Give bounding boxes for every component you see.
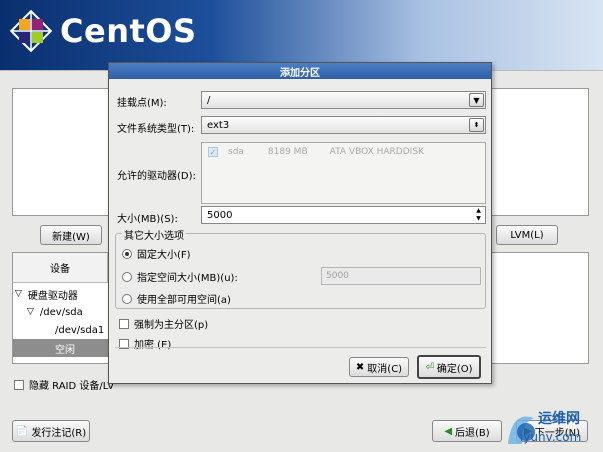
force-primary-checkbox[interactable] xyxy=(119,318,129,329)
notes-icon: 📄 xyxy=(15,425,29,437)
drive-name: sda xyxy=(228,147,244,157)
radio-fixed-size[interactable]: 固定大小(F) xyxy=(122,246,191,261)
release-notes-button[interactable]: 📄 发行注记(R) xyxy=(12,420,90,442)
select-arrows-icon[interactable]: ⬍ xyxy=(469,118,484,132)
tree-item-dev-sda[interactable]: ▽ /dev/sda xyxy=(27,303,83,321)
add-partition-dialog: 添加分区 挂载点(M): / ▼ 文件系统类型(T): ext3 ⬍ 允许的驱动… xyxy=(108,62,492,384)
force-primary-row[interactable]: 强制为主分区(p) xyxy=(119,316,208,331)
fs-type-value: ext3 xyxy=(207,119,230,131)
tree-item-label: 硬盘驱动器 xyxy=(27,290,78,302)
tree-item-label: 空闲 xyxy=(55,344,75,356)
ok-icon: ⏎ xyxy=(425,361,434,373)
back-button[interactable]: ◀ 后退(B) xyxy=(432,420,502,442)
radio-fill-all-label: 使用全部可用空间(a) xyxy=(137,295,231,306)
drives-label: 允许的驱动器(D): xyxy=(117,171,196,182)
size-options-title: 其它大小选项 xyxy=(122,227,186,242)
brand-name: CentOS xyxy=(60,12,197,50)
tree-item-hard-drives[interactable]: ▽ 硬盘驱动器 xyxy=(15,285,78,303)
encrypt-label: 加密 (E) xyxy=(134,340,172,351)
release-notes-label: 发行注记(R) xyxy=(31,427,87,439)
back-label: 后退(B) xyxy=(455,427,490,439)
radio-fixed-button[interactable] xyxy=(122,248,132,259)
size-value: 5000 xyxy=(207,209,233,221)
mount-point-value: / xyxy=(207,94,211,106)
lvm-button-label: LVM(L) xyxy=(510,229,544,241)
fill-upto-spinbox: 5000 xyxy=(321,267,481,285)
cancel-button[interactable]: ✖ 取消(C) xyxy=(349,357,409,377)
tree-item-free[interactable]: 空闲 xyxy=(13,339,110,357)
watermark-url: iyunv.com xyxy=(520,430,582,444)
check-icon[interactable]: ✓ xyxy=(208,147,218,157)
radio-fill-upto-label: 指定空间大小(MB)(u): xyxy=(137,273,238,284)
drive-row-sda[interactable]: ✓ sda 8189 MB ATA VBOX HARDDISK xyxy=(208,147,424,157)
fs-type-select[interactable]: ext3 ⬍ xyxy=(201,116,486,134)
hide-raid-checkbox-row[interactable]: 隐藏 RAID 设备/LV xyxy=(14,377,114,392)
lvm-button[interactable]: LVM(L) xyxy=(496,225,558,245)
size-options-group: 其它大小选项 固定大小(F) 指定空间大小(MB)(u): 5000 使用全部可… xyxy=(115,227,486,309)
tree-item-dev-sda1[interactable]: /dev/sda1 xyxy=(55,321,104,339)
ok-button[interactable]: ⏎ 确定(O) xyxy=(417,355,481,379)
drive-size: 8189 MB xyxy=(267,147,308,157)
hide-raid-label: 隐藏 RAID 设备/LV xyxy=(29,381,115,392)
mount-point-label: 挂载点(M): xyxy=(117,98,167,109)
cancel-x-icon: ✖ xyxy=(355,361,365,373)
fill-upto-value: 5000 xyxy=(326,271,349,281)
radio-fill-upto[interactable]: 指定空间大小(MB)(u): xyxy=(122,269,238,284)
new-button[interactable]: 新建(W) xyxy=(40,225,102,245)
expand-triangle-icon[interactable]: ▽ xyxy=(15,289,22,299)
encrypt-row[interactable]: 加密 (E) xyxy=(119,336,171,351)
radio-fill-all[interactable]: 使用全部可用空间(a) xyxy=(122,291,231,306)
hide-raid-checkbox[interactable] xyxy=(14,379,24,390)
centos-logo-icon xyxy=(9,9,53,53)
cancel-label: 取消(C) xyxy=(367,363,403,375)
header-banner: CentOS xyxy=(0,0,603,70)
mount-point-combo[interactable]: / ▼ xyxy=(201,91,486,109)
radio-fixed-label: 固定大小(F) xyxy=(137,250,191,261)
dialog-title: 添加分区 xyxy=(109,63,491,79)
fs-type-label: 文件系统类型(T): xyxy=(117,124,195,135)
table-header-device: 设备 xyxy=(13,253,108,283)
expand-triangle-icon[interactable]: ▽ xyxy=(27,307,34,317)
new-button-label: 新建(W) xyxy=(52,231,90,243)
watermark-title: 运维网 xyxy=(538,411,580,427)
radio-fill-upto-button[interactable] xyxy=(122,271,132,282)
ok-label: 确定(O) xyxy=(436,363,473,375)
size-label: 大小(MB)(S): xyxy=(117,214,178,225)
dialog-separator xyxy=(115,347,486,348)
tree-item-label: /dev/sda xyxy=(39,306,83,318)
force-primary-label: 强制为主分区(p) xyxy=(134,320,209,331)
size-spinbox[interactable]: 5000 ▲ ▼ xyxy=(201,206,486,224)
drive-model: ATA VBOX HARDDISK xyxy=(329,147,424,157)
back-arrow-icon: ◀ xyxy=(444,425,453,437)
radio-fill-all-button[interactable] xyxy=(122,293,132,304)
tree-item-label: /dev/sda1 xyxy=(55,324,105,336)
drives-list[interactable]: ✓ sda 8189 MB ATA VBOX HARDDISK xyxy=(201,142,486,204)
spin-arrows-icon[interactable]: ▲ ▼ xyxy=(473,207,484,223)
dropdown-arrow-icon[interactable]: ▼ xyxy=(469,93,484,107)
